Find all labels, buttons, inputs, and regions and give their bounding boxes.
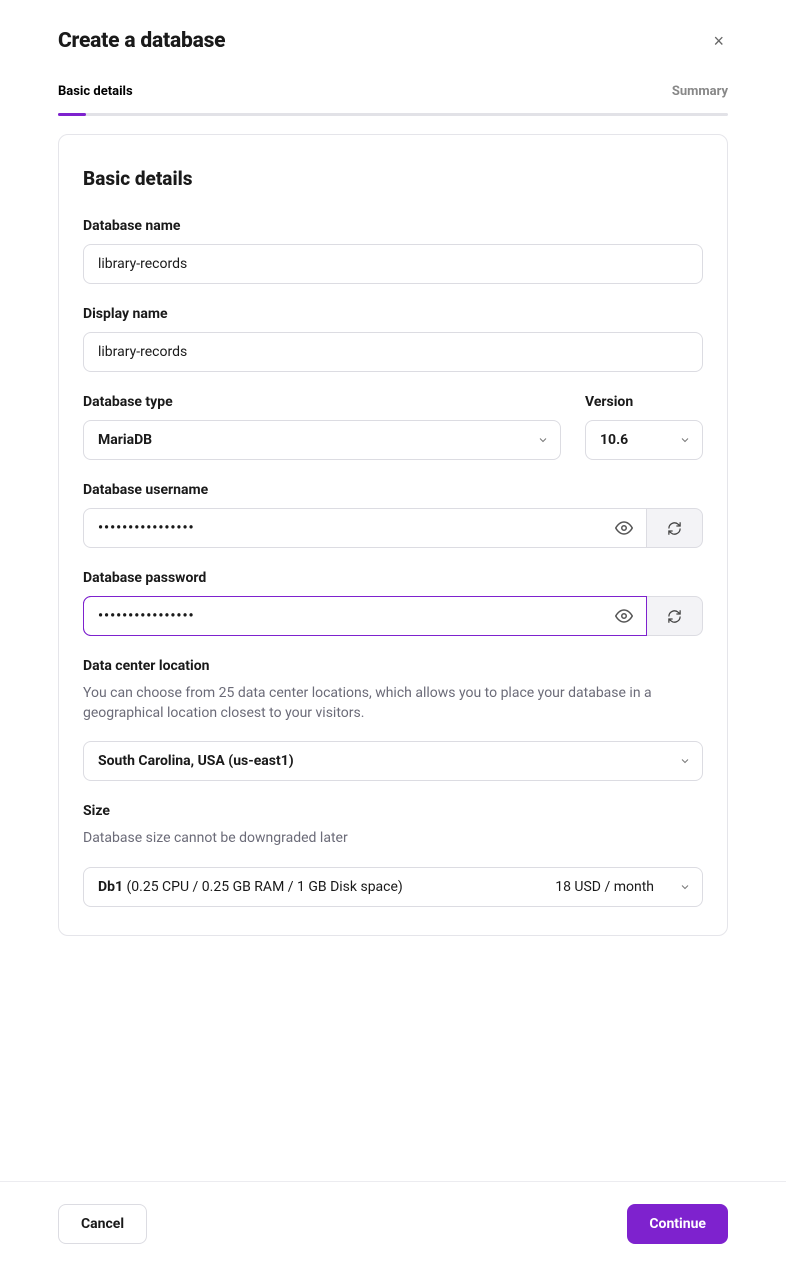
size-description: Database size cannot be downgraded later — [83, 829, 703, 849]
header: Create a database × — [58, 28, 728, 54]
form-card: Basic details Database name Display name… — [58, 134, 728, 936]
database-type-select[interactable]: MariaDB — [83, 420, 561, 460]
close-button[interactable]: × — [709, 28, 728, 54]
field-database-name: Database name — [83, 218, 703, 284]
size-select[interactable]: Db1 (0.25 CPU / 0.25 GB RAM / 1 GB Disk … — [83, 867, 703, 907]
field-location: Data center location You can choose from… — [83, 658, 703, 781]
label-database-name: Database name — [83, 218, 703, 234]
field-database-type: Database type MariaDB — [83, 394, 561, 460]
refresh-icon — [667, 609, 682, 624]
display-name-input[interactable] — [83, 332, 703, 372]
version-value: 10.6 — [600, 432, 628, 448]
database-type-value: MariaDB — [98, 432, 152, 448]
field-username: Database username — [83, 482, 703, 548]
footer: Cancel Continue — [0, 1181, 786, 1266]
password-input[interactable] — [83, 596, 647, 636]
eye-icon — [615, 607, 633, 625]
location-value: South Carolina, USA (us-east1) — [98, 753, 294, 769]
eye-icon — [615, 519, 633, 537]
database-name-input[interactable] — [83, 244, 703, 284]
label-location: Data center location — [83, 658, 703, 674]
regenerate-password-button[interactable] — [647, 596, 703, 636]
reveal-username-button[interactable] — [609, 513, 639, 543]
size-spec: (0.25 CPU / 0.25 GB RAM / 1 GB Disk spac… — [127, 879, 403, 895]
label-database-type: Database type — [83, 394, 561, 410]
reveal-password-button[interactable] — [609, 601, 639, 631]
row-type-version: Database type MariaDB Version 10.6 — [83, 394, 703, 460]
section-title: Basic details — [83, 167, 703, 190]
size-price: 18 USD / month — [555, 879, 654, 895]
progress-fill — [58, 113, 86, 116]
step-basic-details[interactable]: Basic details — [58, 84, 133, 99]
continue-button[interactable]: Continue — [627, 1204, 728, 1244]
field-display-name: Display name — [83, 306, 703, 372]
size-value: Db1 (0.25 CPU / 0.25 GB RAM / 1 GB Disk … — [98, 879, 403, 895]
username-input[interactable] — [83, 508, 647, 548]
close-icon: × — [713, 31, 724, 51]
regenerate-username-button[interactable] — [647, 508, 703, 548]
page-title: Create a database — [58, 29, 225, 53]
cancel-button[interactable]: Cancel — [58, 1204, 147, 1244]
refresh-icon — [667, 521, 682, 536]
wizard-steps: Basic details Summary — [58, 84, 728, 99]
label-version: Version — [585, 394, 703, 410]
label-size: Size — [83, 803, 703, 819]
field-size: Size Database size cannot be downgraded … — [83, 803, 703, 907]
label-display-name: Display name — [83, 306, 703, 322]
size-tier: Db1 — [98, 879, 123, 895]
field-password: Database password — [83, 570, 703, 636]
location-description: You can choose from 25 data center locat… — [83, 684, 703, 723]
label-username: Database username — [83, 482, 703, 498]
progress-bar — [58, 113, 728, 116]
step-summary[interactable]: Summary — [672, 84, 728, 99]
field-version: Version 10.6 — [585, 394, 703, 460]
location-select[interactable]: South Carolina, USA (us-east1) — [83, 741, 703, 781]
version-select[interactable]: 10.6 — [585, 420, 703, 460]
label-password: Database password — [83, 570, 703, 586]
